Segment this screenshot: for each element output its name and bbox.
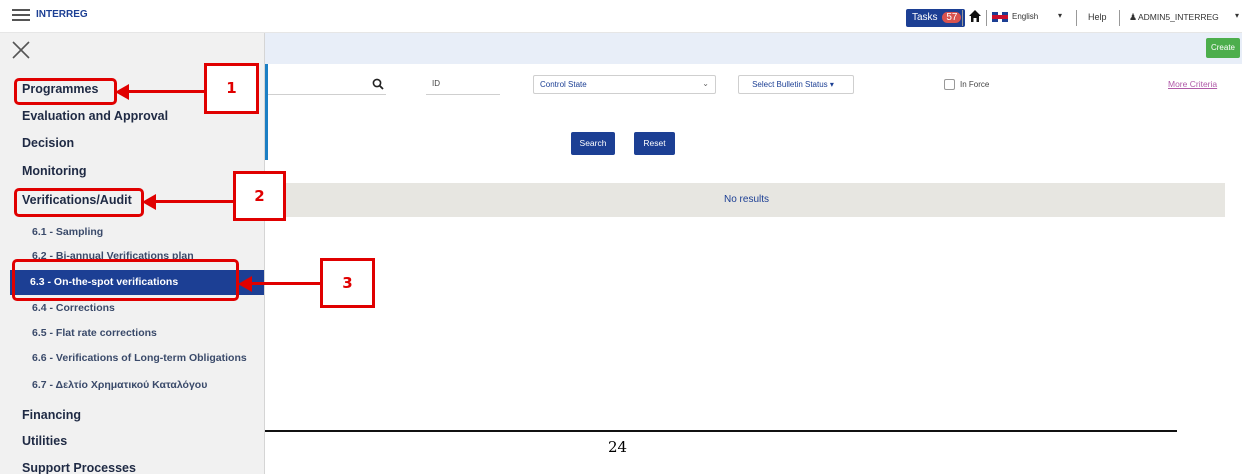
- sidebar-item-monitoring[interactable]: Monitoring: [22, 164, 87, 178]
- search-input[interactable]: [268, 94, 386, 95]
- brand-logo[interactable]: INTERREG: [36, 9, 88, 20]
- arrow-2-line: [155, 200, 233, 203]
- chevron-down-icon[interactable]: ▾: [1235, 11, 1239, 20]
- sidebar-subitem-long-term[interactable]: 6.6 - Verifications of Long-term Obligat…: [32, 352, 247, 364]
- callout-number-3: 3: [320, 258, 375, 308]
- highlight-verifications-audit: [14, 188, 144, 217]
- arrow-3-head: [238, 276, 252, 292]
- toolbar-band: [265, 33, 1242, 64]
- uk-flag-icon[interactable]: [992, 12, 1008, 22]
- menu-icon[interactable]: [12, 9, 30, 21]
- arrow-1-head: [115, 84, 129, 100]
- help-link[interactable]: Help: [1088, 12, 1107, 22]
- arrow-1-line: [128, 90, 204, 93]
- footer-rule: [265, 430, 1177, 432]
- divider: [986, 10, 987, 26]
- id-label: ID: [432, 79, 440, 88]
- home-icon[interactable]: [968, 9, 982, 23]
- accent-strip: [265, 64, 268, 160]
- top-bar: INTERREG Tasks 57 English ▾ Help ♟ ADMIN…: [0, 0, 1242, 33]
- divider: [1076, 10, 1077, 26]
- sidebar-item-decision[interactable]: Decision: [22, 136, 74, 150]
- search-icon[interactable]: [372, 78, 384, 90]
- tasks-button[interactable]: Tasks 57: [906, 9, 966, 27]
- user-menu[interactable]: ADMIN5_INTERREG: [1138, 12, 1219, 22]
- callout-number-2: 2: [233, 171, 286, 221]
- highlight-on-the-spot: [12, 259, 239, 301]
- divider: [1119, 10, 1120, 26]
- language-selector[interactable]: English: [1012, 12, 1038, 21]
- arrow-2-head: [142, 194, 156, 210]
- create-button[interactable]: Create: [1206, 38, 1240, 58]
- close-icon[interactable]: [10, 39, 32, 61]
- reset-button[interactable]: Reset: [634, 132, 675, 155]
- chevron-down-icon: ⌄: [702, 79, 709, 88]
- sidebar-item-financing[interactable]: Financing: [22, 408, 81, 422]
- divider: [962, 10, 963, 26]
- chevron-down-icon[interactable]: ▾: [1058, 11, 1062, 20]
- sidebar-subitem-corrections[interactable]: 6.4 - Corrections: [32, 302, 115, 314]
- control-state-select[interactable]: Control State ⌄: [533, 75, 716, 94]
- sidebar-item-utilities[interactable]: Utilities: [22, 434, 67, 448]
- in-force-checkbox[interactable]: [944, 79, 955, 90]
- arrow-3-line: [251, 282, 320, 285]
- page-number: 24: [608, 438, 628, 456]
- sidebar-subitem-financial-list[interactable]: 6.7 - Δελτίο Χρηματικού Καταλόγου: [32, 379, 207, 391]
- sidebar-item-support-processes[interactable]: Support Processes: [22, 461, 136, 474]
- id-input[interactable]: [426, 94, 500, 95]
- callout-number-1: 1: [204, 63, 259, 114]
- in-force-label: In Force: [960, 80, 990, 89]
- more-criteria-link[interactable]: More Criteria: [1168, 79, 1217, 89]
- control-state-value: Control State: [540, 80, 587, 89]
- tasks-label: Tasks: [912, 12, 938, 23]
- search-button[interactable]: Search: [571, 132, 615, 155]
- results-empty-message: No results: [268, 183, 1225, 217]
- tasks-count-badge: 57: [942, 12, 962, 23]
- user-icon: ♟: [1129, 12, 1138, 22]
- sidebar-item-evaluation-approval[interactable]: Evaluation and Approval: [22, 109, 168, 123]
- sidebar-subitem-flat-rate[interactable]: 6.5 - Flat rate corrections: [32, 327, 157, 339]
- bulletin-status-dropdown[interactable]: Select Bulletin Status ▾: [738, 75, 854, 94]
- highlight-programmes: [14, 78, 117, 105]
- sidebar-subitem-sampling[interactable]: 6.1 - Sampling: [32, 226, 103, 238]
